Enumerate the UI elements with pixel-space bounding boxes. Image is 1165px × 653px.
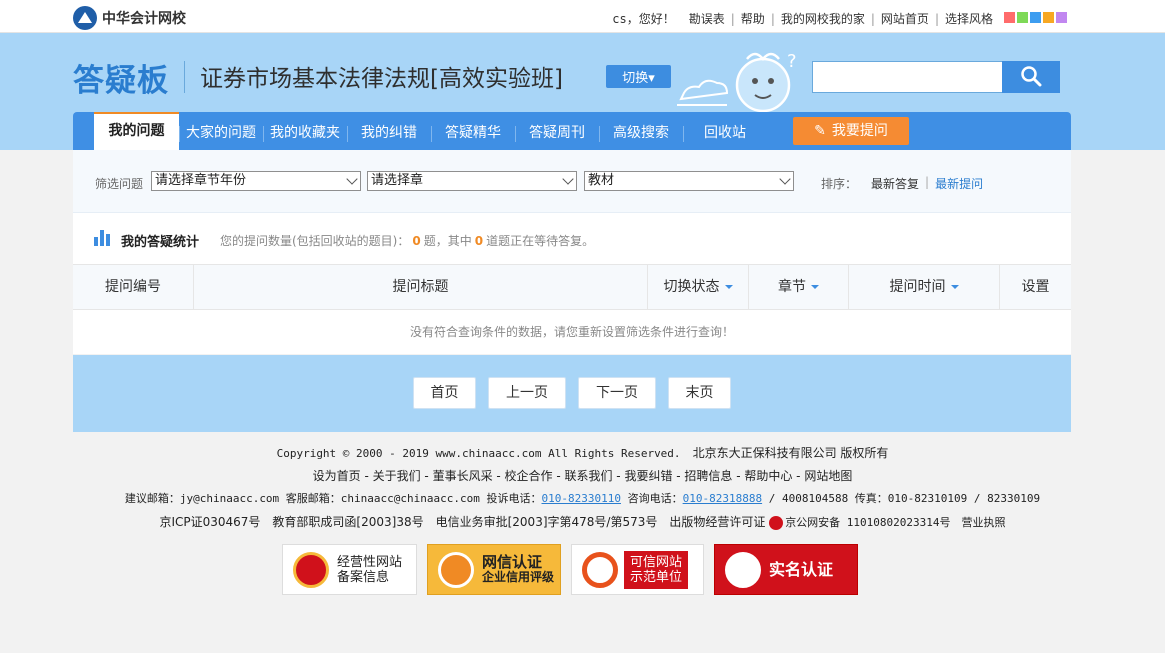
- link-help[interactable]: 帮助: [741, 10, 765, 27]
- last-page-button[interactable]: 末页: [668, 377, 731, 409]
- chevron-down-icon: [346, 173, 358, 185]
- main-nav: 我的问题 大家的问题 我的收藏夹 我的纠错 答疑精华 答疑周刊 高级搜索 回收站…: [73, 112, 1071, 150]
- col-question-title: 提问标题: [194, 265, 648, 309]
- brand-divider: [184, 61, 185, 93]
- search-icon: [1021, 65, 1042, 86]
- skin-picker: [1002, 12, 1067, 23]
- top-bar: 中华会计网校 cs，您好！ 勘误表 | 帮助 | 我的网校我的家 | 网站首页 | 选择…: [0, 0, 1165, 33]
- first-page-button[interactable]: 首页: [413, 377, 476, 409]
- badge-real-name[interactable]: 实名认证: [714, 544, 858, 595]
- spiral-logo-icon: [582, 551, 618, 588]
- course-title: 证券市场基本法律法规[高效实验班]: [200, 66, 563, 92]
- skin-swatch-orange[interactable]: [1043, 12, 1054, 23]
- pagination: 首页 上一页 下一页 末页: [73, 377, 1071, 409]
- qa-stats: 我的答疑统计 您的提问数量(包括回收站的题目)： 0 题，其中 0 道题正在等待答复。: [73, 213, 1071, 265]
- pagination-band: 首页 上一页 下一页 末页: [73, 355, 1071, 432]
- link-errata[interactable]: 勘误表: [689, 10, 725, 27]
- sort-caret-icon: [950, 285, 959, 289]
- skin-swatch-purple[interactable]: [1056, 12, 1067, 23]
- police-emblem-icon: [769, 515, 784, 530]
- stats-total-count: 0: [412, 234, 421, 248]
- tab-my-corrections[interactable]: 我的纠错: [347, 116, 431, 150]
- complaint-phone-link[interactable]: 010-82330110: [542, 492, 621, 505]
- tab-qa-highlights[interactable]: 答疑精华: [431, 116, 515, 150]
- sort-caret-icon: [811, 285, 819, 289]
- badge-business-record[interactable]: 经营性网站 备案信息: [282, 544, 417, 595]
- sort-latest-reply[interactable]: 最新答复: [871, 175, 919, 192]
- select-chapter-year-value: 请选择章节年份: [155, 173, 247, 188]
- skin-swatch-green[interactable]: [1017, 12, 1028, 23]
- search-button[interactable]: [1002, 61, 1060, 93]
- link-site-home[interactable]: 网站首页: [881, 10, 929, 27]
- col-chapter[interactable]: 章节: [749, 265, 849, 309]
- brand-title: 答疑板: [73, 63, 169, 99]
- table-header: 提问编号 提问标题 切换状态 章节 提问时间 设置: [73, 265, 1071, 310]
- ask-question-label: 我要提问: [831, 123, 888, 139]
- next-page-button[interactable]: 下一页: [578, 377, 656, 409]
- header-banner: 答疑板 证券市场基本法律法规[高效实验班] 切换▾ ? 我的问题 大家的问题 我…: [0, 33, 1165, 150]
- tab-my-questions[interactable]: 我的问题: [94, 112, 179, 150]
- stats-title: 我的答疑统计: [121, 235, 200, 250]
- sort-options: 排序： 最新答复 | 最新提问: [821, 175, 984, 192]
- svg-text:?: ?: [787, 51, 797, 72]
- consult-phone-link[interactable]: 010-82318888: [683, 492, 762, 505]
- tab-all-questions[interactable]: 大家的问题: [179, 116, 263, 150]
- tab-favorites[interactable]: 我的收藏夹: [263, 116, 347, 150]
- stats-text: 您的提问数量(包括回收站的题目)： 0 题，其中 0 道题正在等待答复。: [220, 234, 595, 248]
- col-question-time[interactable]: 提问时间: [849, 265, 1000, 309]
- tab-qa-weekly[interactable]: 答疑周刊: [515, 116, 599, 150]
- footer-icp: 京ICP证030467号 教育部职成司函[2003]38号 电信业务审批[200…: [159, 515, 1006, 530]
- logo-text: 中华会计网校: [102, 11, 186, 27]
- skin-swatch-red[interactable]: [1004, 12, 1015, 23]
- col-settings: 设置: [1021, 279, 1050, 295]
- footer-contact: 建议邮箱：jy@chinaacc.com 客服邮箱：chinaacc@china…: [124, 492, 1041, 505]
- filter-label: 筛选问题: [95, 177, 144, 191]
- top-links: cs，您好！ 勘误表 | 帮助 | 我的网校我的家 | 网站首页 | 选择风格: [612, 10, 993, 27]
- bar-chart-icon: [94, 230, 112, 246]
- chevron-down-icon: [562, 173, 574, 185]
- sort-caret-icon: [724, 285, 733, 289]
- filter-bar: 筛选问题 请选择章节年份 请选择章 教材 排序： 最新答复 | 最新提问: [73, 150, 1071, 213]
- footer: Copyright © 2000 - 2019 www.chinaacc.com…: [0, 444, 1165, 536]
- footer-links[interactable]: 设为首页 - 关于我们 - 董事长风采 - 校企合作 - 联系我们 - 我要纠错…: [0, 467, 1165, 490]
- select-chapter-value: 请选择章: [371, 173, 424, 188]
- prev-page-button[interactable]: 上一页: [488, 377, 566, 409]
- search-input[interactable]: [812, 61, 1004, 93]
- link-choose-style[interactable]: 选择风格: [945, 10, 993, 27]
- logo-icon: [73, 6, 97, 30]
- trust-seal-icon: [438, 551, 474, 588]
- select-material-value: 教材: [588, 173, 615, 188]
- stats-waiting-count: 0: [474, 234, 484, 248]
- shield-emblem-icon: [293, 551, 329, 588]
- badge-credit-rating[interactable]: 网信认证 企业信用评级: [427, 544, 561, 595]
- user-greeting: cs，您好！: [612, 12, 675, 26]
- pencil-icon: ✎: [814, 123, 826, 139]
- tab-advanced-search[interactable]: 高级搜索: [599, 116, 683, 150]
- switch-course-button[interactable]: 切换▾: [606, 65, 671, 88]
- alliance-seal-icon: [725, 551, 761, 588]
- site-logo[interactable]: 中华会计网校: [73, 6, 186, 30]
- select-chapter[interactable]: 请选择章: [367, 171, 577, 191]
- certification-badges: 经营性网站 备案信息 网信认证 企业信用评级 可信网站 示范单位 实名认证: [282, 544, 868, 595]
- sort-label: 排序：: [821, 177, 858, 191]
- col-switch-status[interactable]: 切换状态: [648, 265, 749, 309]
- ask-question-button[interactable]: ✎ 我要提问: [793, 117, 909, 145]
- tab-recycle-bin[interactable]: 回收站: [683, 116, 767, 150]
- empty-table-message: 没有符合查询条件的数据，请您重新设置筛选条件进行查询！: [409, 325, 734, 339]
- skin-swatch-blue[interactable]: [1030, 12, 1041, 23]
- select-chapter-year[interactable]: 请选择章节年份: [151, 171, 361, 191]
- select-material[interactable]: 教材: [584, 171, 794, 191]
- col-question-id: 提问编号: [73, 265, 194, 309]
- chevron-down-icon: [779, 173, 791, 185]
- content-panel: 筛选问题 请选择章节年份 请选择章 教材 排序： 最新答复 | 最新提问 我的答…: [73, 150, 1071, 354]
- badge-trusted-site[interactable]: 可信网站 示范单位: [571, 544, 704, 595]
- sort-latest-question[interactable]: 最新提问: [935, 175, 983, 192]
- link-my-home[interactable]: 我的网校我的家: [781, 10, 865, 27]
- footer-copyright: Copyright © 2000 - 2019 www.chinaacc.com…: [276, 446, 889, 460]
